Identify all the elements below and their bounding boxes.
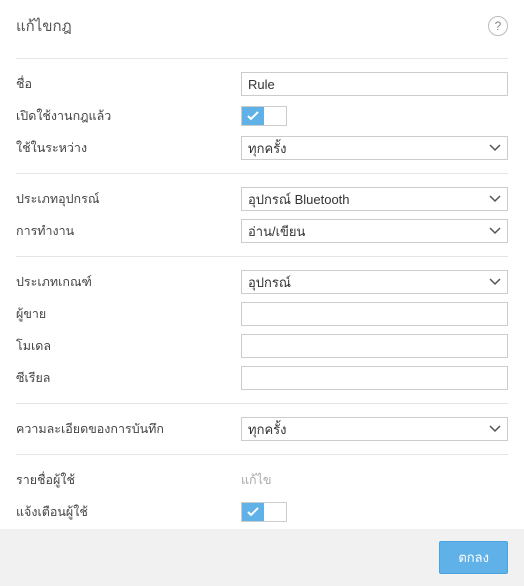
row-user-list: รายชื่อผู้ใช้ แก้ไข: [16, 465, 508, 495]
name-input[interactable]: [241, 72, 508, 96]
operation-value: อ่าน/เขียน: [248, 221, 305, 242]
row-model: โมเดล: [16, 331, 508, 361]
chevron-down-icon: [489, 278, 501, 286]
label-model: โมเดล: [16, 336, 241, 356]
label-user-list: รายชื่อผู้ใช้: [16, 470, 241, 490]
label-serial: ซีเรียล: [16, 368, 241, 388]
row-apply-during: ใช้ในระหว่าง ทุกครั้ง: [16, 133, 508, 163]
row-notify-user: แจ้งเตือนผู้ใช้: [16, 497, 508, 527]
model-input[interactable]: [241, 334, 508, 358]
apply-during-select[interactable]: ทุกครั้ง: [241, 136, 508, 160]
vendor-input[interactable]: [241, 302, 508, 326]
row-device-type: ประเภทอุปกรณ์ อุปกรณ์ Bluetooth: [16, 184, 508, 214]
notify-user-toggle[interactable]: [241, 502, 287, 522]
label-criteria-type: ประเภทเกณฑ์: [16, 272, 241, 292]
divider: [16, 58, 508, 59]
chevron-down-icon: [489, 227, 501, 235]
label-vendor: ผู้ขาย: [16, 304, 241, 324]
row-log-detail: ความละเอียดของการบันทึก ทุกครั้ง: [16, 414, 508, 444]
help-icon[interactable]: ?: [488, 16, 508, 36]
device-type-select[interactable]: อุปกรณ์ Bluetooth: [241, 187, 508, 211]
log-detail-select[interactable]: ทุกครั้ง: [241, 417, 508, 441]
row-criteria-type: ประเภทเกณฑ์ อุปกรณ์: [16, 267, 508, 297]
user-list-edit-link[interactable]: แก้ไข: [241, 473, 271, 487]
row-rule-enabled: เปิดใช้งานกฎแล้ว: [16, 101, 508, 131]
serial-input[interactable]: [241, 366, 508, 390]
ok-button[interactable]: ตกลง: [439, 541, 508, 574]
criteria-type-value: อุปกรณ์: [248, 272, 291, 293]
dialog-header: แก้ไขกฎ ?: [0, 0, 524, 48]
label-operation: การทำงาน: [16, 221, 241, 241]
label-rule-enabled: เปิดใช้งานกฎแล้ว: [16, 106, 241, 126]
row-name: ชื่อ: [16, 69, 508, 99]
divider: [16, 403, 508, 404]
dialog-footer: ตกลง: [0, 529, 524, 586]
apply-during-value: ทุกครั้ง: [248, 138, 286, 159]
operation-select[interactable]: อ่าน/เขียน: [241, 219, 508, 243]
divider: [16, 173, 508, 174]
label-apply-during: ใช้ในระหว่าง: [16, 138, 241, 158]
row-serial: ซีเรียล: [16, 363, 508, 393]
chevron-down-icon: [489, 195, 501, 203]
check-icon: [242, 503, 264, 521]
label-notify-user: แจ้งเตือนผู้ใช้: [16, 502, 241, 522]
rule-enabled-toggle[interactable]: [241, 106, 287, 126]
device-type-value: อุปกรณ์ Bluetooth: [248, 189, 350, 210]
divider: [16, 454, 508, 455]
label-device-type: ประเภทอุปกรณ์: [16, 189, 241, 209]
criteria-type-select[interactable]: อุปกรณ์: [241, 270, 508, 294]
row-operation: การทำงาน อ่าน/เขียน: [16, 216, 508, 246]
label-log-detail: ความละเอียดของการบันทึก: [16, 419, 241, 439]
row-vendor: ผู้ขาย: [16, 299, 508, 329]
divider: [16, 256, 508, 257]
dialog-body: ชื่อ เปิดใช้งานกฎแล้ว ใช้ในระหว่าง ทุกคร…: [0, 48, 524, 529]
log-detail-value: ทุกครั้ง: [248, 419, 286, 440]
chevron-down-icon: [489, 425, 501, 433]
label-name: ชื่อ: [16, 74, 241, 94]
dialog-title: แก้ไขกฎ: [16, 14, 72, 38]
chevron-down-icon: [489, 144, 501, 152]
check-icon: [242, 107, 264, 125]
